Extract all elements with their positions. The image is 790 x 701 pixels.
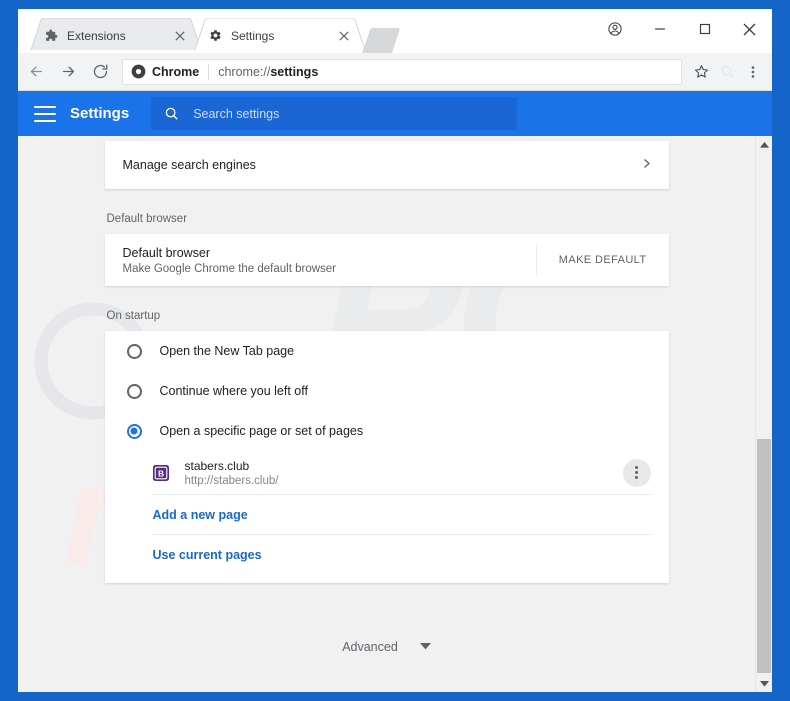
advanced-toggle[interactable]: Advanced — [105, 623, 669, 671]
tab-extensions[interactable]: Extensions — [30, 18, 202, 53]
gear-icon — [207, 28, 223, 44]
browser-window-frame: Extensions Settings Chrome chrome://sett… — [0, 0, 790, 701]
hamburger-icon[interactable] — [34, 105, 56, 122]
page-url: http://stabers.club/ — [184, 474, 279, 487]
security-chip-label: Chrome — [152, 64, 200, 79]
radio-icon[interactable] — [126, 343, 142, 359]
default-browser-texts: Default browser Make Google Chrome the d… — [123, 246, 337, 275]
scrollbar-thumb[interactable] — [757, 439, 771, 673]
manage-search-engines-card: Manage search engines — [104, 141, 669, 189]
startup-option-specific-pages[interactable]: Open a specific page or set of pages — [105, 411, 669, 451]
search-input[interactable]: Search settings — [151, 97, 518, 130]
minimize-icon[interactable] — [637, 10, 682, 48]
tab-strip: Extensions Settings — [18, 9, 772, 53]
search-icon — [163, 106, 179, 122]
row-subtitle: Make Google Chrome the default browser — [122, 262, 337, 275]
on-startup-card: Open the New Tab page Continue where you… — [104, 331, 669, 583]
use-current-pages-row[interactable]: Use current pages — [153, 535, 651, 575]
row-title: Default browser — [122, 245, 211, 260]
row-title: Manage search engines — [122, 158, 256, 172]
toolbar-actions — [688, 59, 766, 85]
svg-text:B: B — [157, 468, 163, 478]
tab-label: Settings — [231, 28, 275, 43]
startup-option-new-tab[interactable]: Open the New Tab page — [105, 331, 669, 371]
tab-label: Extensions — [67, 28, 126, 43]
close-icon[interactable] — [727, 10, 772, 48]
option-label: Open a specific page or set of pages — [159, 424, 364, 438]
add-new-page-link[interactable]: Add a new page — [153, 508, 248, 522]
scroll-up-icon[interactable] — [756, 136, 772, 153]
chevron-down-icon — [419, 642, 431, 652]
settings-content-area: PC risk.com Manage search engines — [18, 136, 772, 692]
search-placeholder: Search settings — [193, 106, 280, 121]
make-default-container: MAKE DEFAULT — [535, 245, 651, 275]
close-icon[interactable] — [336, 28, 352, 44]
window-controls — [592, 9, 772, 49]
page-name: stabers.club — [184, 458, 250, 473]
default-browser-card: Default browser Make Google Chrome the d… — [104, 234, 669, 286]
url-path: settings — [270, 64, 319, 79]
chrome-menu-icon[interactable] — [740, 59, 766, 85]
default-browser-row: Default browser Make Google Chrome the d… — [105, 234, 669, 286]
add-new-page-row[interactable]: Add a new page — [152, 495, 651, 535]
forward-arrow-icon[interactable] — [54, 58, 82, 86]
new-tab-button[interactable] — [362, 28, 406, 53]
page-texts: stabers.club http://stabers.club/ — [185, 459, 279, 487]
reload-icon[interactable] — [86, 58, 114, 86]
omnibox-url: chrome://settings — [218, 65, 318, 79]
close-icon[interactable] — [172, 28, 188, 44]
manage-search-engines-row[interactable]: Manage search engines — [105, 141, 669, 189]
maximize-icon[interactable] — [682, 10, 727, 48]
chrome-product-icon — [131, 64, 146, 79]
settings-content: Manage search engines Default browser De… — [18, 136, 755, 671]
account-icon[interactable] — [592, 10, 637, 48]
page-title: Settings — [70, 105, 130, 122]
scroll-down-icon[interactable] — [756, 675, 772, 692]
back-arrow-icon[interactable] — [22, 58, 50, 86]
settings-header-bar: Settings Search settings — [18, 91, 772, 136]
url-prefix: chrome:// — [218, 64, 271, 79]
bookmark-star-icon[interactable] — [688, 59, 714, 85]
radio-icon-selected[interactable] — [126, 423, 142, 439]
extension-search-icon[interactable] — [714, 59, 740, 85]
option-label: Open the New Tab page — [159, 344, 295, 358]
option-label: Continue where you left off — [159, 384, 308, 398]
browser-window: Extensions Settings Chrome chrome://sett… — [18, 9, 772, 692]
new-tab-shape — [362, 28, 400, 53]
puzzle-icon — [43, 28, 59, 44]
radio-icon[interactable] — [126, 383, 142, 399]
use-current-pages-link[interactable]: Use current pages — [153, 548, 262, 562]
startup-option-continue[interactable]: Continue where you left off — [105, 371, 669, 411]
chevron-right-icon — [642, 158, 651, 172]
kebab-menu-icon[interactable] — [622, 458, 651, 487]
make-default-button[interactable]: MAKE DEFAULT — [559, 254, 647, 266]
vertical-scrollbar[interactable] — [755, 136, 772, 692]
tab-settings[interactable]: Settings — [194, 18, 366, 53]
startup-page-item: B stabers.club http://stabers.club/ — [152, 451, 651, 495]
omnibox-divider — [208, 63, 210, 80]
section-label-on-startup: On startup — [106, 310, 161, 322]
section-label-default-browser: Default browser — [106, 213, 188, 225]
browser-toolbar: Chrome chrome://settings — [18, 53, 772, 91]
site-favicon-icon: B — [152, 464, 169, 481]
advanced-label: Advanced — [342, 640, 398, 654]
address-bar[interactable]: Chrome chrome://settings — [122, 58, 682, 85]
